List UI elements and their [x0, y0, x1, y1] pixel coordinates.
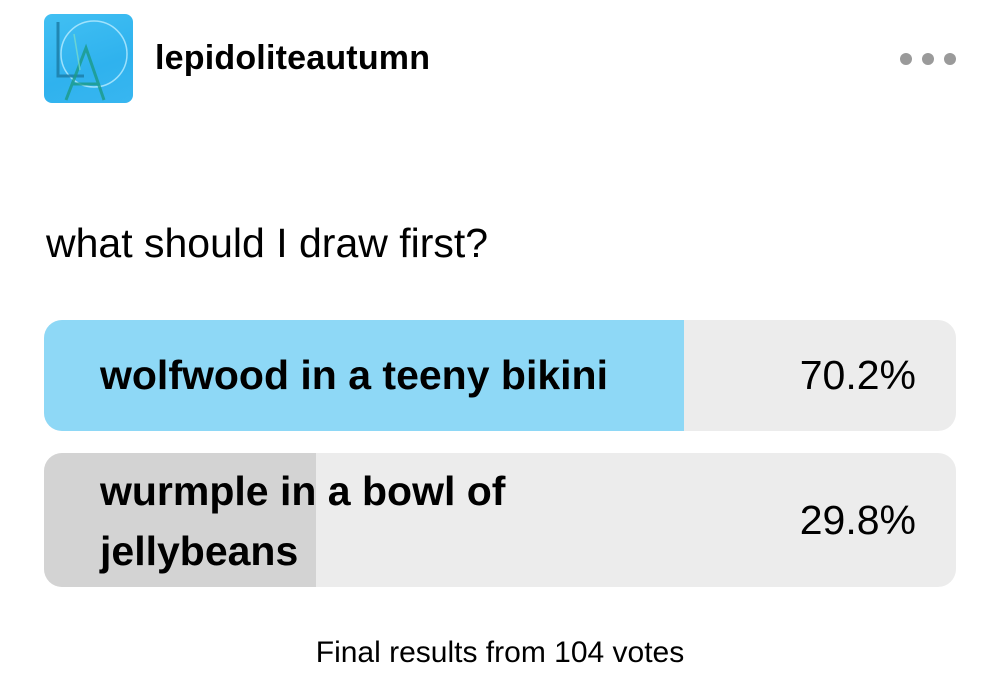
poll-option-label: wolfwood in a teeny bikini [100, 352, 608, 398]
more-options-ellipsis-icon [900, 53, 912, 65]
poll-question: what should I draw first? [46, 220, 489, 266]
poll-option-percent: 29.8% [799, 497, 916, 543]
username[interactable]: lepidoliteautumn [155, 39, 430, 78]
poll-option-label: wurmple in a bowl of jellybeans [100, 468, 506, 574]
poll-option-2[interactable]: wurmple in a bowl of jellybeans 29.8% [44, 453, 956, 587]
poll-results-summary: Final results from 104 votes [315, 636, 685, 669]
more-options-ellipsis-icon [944, 53, 956, 65]
more-options-ellipsis-icon [922, 53, 934, 65]
post-header: lepidoliteautumn [44, 13, 956, 103]
poll-option-percent: 70.2% [799, 352, 916, 398]
poll-option-1[interactable]: wolfwood in a teeny bikini 70.2% [44, 320, 956, 431]
la-monogram-logo [56, 19, 128, 101]
more-options-button[interactable] [900, 49, 956, 69]
avatar[interactable] [44, 13, 133, 103]
